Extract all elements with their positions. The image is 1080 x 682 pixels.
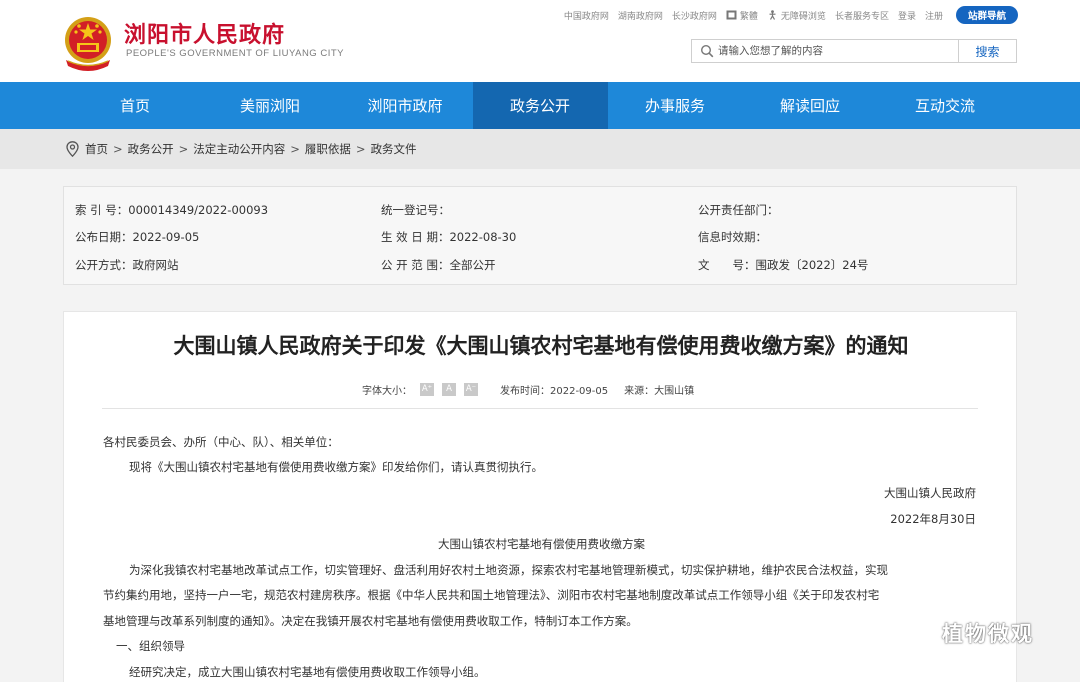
info-dept: 公开责任部门： — [698, 203, 779, 217]
accessibility-icon — [769, 10, 776, 20]
toplink-traditional-label: 繁體 — [739, 11, 758, 22]
site-header: 浏阳市人民政府 PEOPLE'S GOVERNMENT OF LIUYANG C… — [0, 0, 1080, 82]
toplink-accessibility[interactable]: 无障碍浏览 — [767, 9, 826, 22]
toplink-elderly[interactable]: 长者服务专区 — [835, 9, 889, 22]
toplink-accessibility-label: 无障碍浏览 — [780, 11, 826, 22]
toplink-hunan[interactable]: 湖南政府网 — [618, 9, 663, 22]
article-title: 大围山镇人民政府关于印发《大围山镇农村宅基地有偿使用费收缴方案》的通知 — [173, 334, 909, 358]
nav-interaction[interactable]: 互动交流 — [878, 82, 1013, 129]
info-unified-reg: 统一登记号： — [381, 203, 450, 217]
font-normal-button[interactable]: A — [442, 383, 456, 396]
site-group-nav-button[interactable]: 站群导航 — [955, 6, 1018, 24]
breadcrumb: 首页 > 政务公开 > 法定主动公开内容 > 履职依据 > 政务文件 — [66, 141, 417, 157]
info-scope: 公 开 范 围：全部公开 — [381, 258, 496, 272]
nav-services[interactable]: 办事服务 — [608, 82, 743, 129]
breadcrumb-documents[interactable]: 政务文件 — [371, 141, 417, 157]
nav-beautiful-liuyang[interactable]: 美丽浏阳 — [203, 82, 338, 129]
document-info-panel: 索 引 号：000014349/2022-00093 统一登记号： 公开责任部门… — [63, 186, 1017, 285]
search-box: 搜索 — [691, 39, 1017, 63]
body-line: 节约集约用地，坚持一户一宅，规范农村建房秩序。根据《中华人民共和国土地管理法》、… — [103, 588, 880, 602]
font-increase-button[interactable]: A⁺ — [420, 383, 434, 396]
signature-date: 2022年8月30日 — [890, 512, 976, 526]
toplink-register[interactable]: 注册 — [925, 9, 943, 22]
publish-time: 发布时间：2022-09-05 — [500, 386, 609, 397]
info-validity: 信息时效期： — [698, 230, 767, 244]
toplink-traditional[interactable]: 繁體 — [726, 9, 758, 22]
body-line: 经研究决定，成立大围山镇农村宅基地有偿使用费收取工作领导小组。 — [129, 665, 486, 679]
breadcrumb-home[interactable]: 首页 — [85, 141, 108, 157]
search-input[interactable] — [714, 41, 958, 61]
toplink-changsha[interactable]: 长沙政府网 — [672, 9, 717, 22]
salutation: 各村民委员会、办所（中心、队）、相关单位： — [103, 435, 339, 449]
nav-home[interactable]: 首页 — [68, 82, 203, 129]
national-emblem-icon — [65, 17, 111, 71]
breadcrumb-separator: > — [290, 142, 300, 156]
site-name-en: PEOPLE'S GOVERNMENT OF LIUYANG CITY — [126, 48, 344, 59]
plan-subtitle: 大围山镇农村宅基地有偿使用费收缴方案 — [438, 537, 645, 551]
search-button[interactable]: 搜索 — [958, 40, 1016, 62]
search-icon — [700, 44, 714, 58]
body-line: 基地管理与改革系列制度的通知》。决定在我镇开展农村宅基地有偿使用费收取工作，特制… — [103, 614, 638, 628]
divider — [102, 408, 978, 409]
breadcrumb-bar: 首页 > 政务公开 > 法定主动公开内容 > 履职依据 > 政务文件 — [0, 129, 1080, 169]
watermark: 植物微观 — [898, 618, 1034, 648]
info-method: 公开方式：政府网站 — [75, 258, 179, 272]
font-size-label: 字体大小： — [362, 386, 412, 397]
intro-paragraph: 现将《大围山镇农村宅基地有偿使用费收缴方案》印发给你们，请认真贯彻执行。 — [129, 460, 543, 474]
breadcrumb-separator: > — [113, 142, 123, 156]
signature: 大围山镇人民政府 — [884, 486, 976, 500]
breadcrumb-duty-basis[interactable]: 履职依据 — [305, 141, 351, 157]
site-name: 浏阳市人民政府 — [124, 23, 286, 48]
top-links: 中国政府网 湖南政府网 长沙政府网 繁體 无障碍浏览 长者服务专区 登录 注册 … — [564, 6, 1018, 24]
article: 大围山镇人民政府关于印发《大围山镇农村宅基地有偿使用费收缴方案》的通知 字体大小… — [63, 311, 1017, 682]
body-line: 为深化我镇农村宅基地改革试点工作，切实管理好、盘活利用好农村土地资源，探索农村宅… — [129, 563, 888, 577]
nav-liuyang-government[interactable]: 浏阳市政府 — [338, 82, 473, 129]
location-pin-icon — [66, 141, 79, 157]
info-doc-no: 文 号：围政发〔2022〕24号 — [698, 258, 869, 272]
wechat-icon — [898, 618, 934, 647]
info-index-no: 索 引 号：000014349/2022-00093 — [75, 203, 269, 217]
article-meta: 字体大小： A⁺ A A⁻ 发布时间：2022-09-05 来源：大围山镇 — [362, 382, 694, 397]
info-publish-date: 公布日期：2022-09-05 — [75, 230, 200, 244]
breadcrumb-separator: > — [178, 142, 189, 156]
toplink-login[interactable]: 登录 — [898, 9, 916, 22]
traditional-chinese-icon — [726, 10, 737, 20]
article-source: 来源：大围山镇 — [624, 386, 695, 397]
info-effective-date: 生 效 日 期：2022-08-30 — [381, 230, 517, 244]
breadcrumb-separator: > — [355, 142, 366, 156]
nav-government-affairs[interactable]: 政务公开 — [472, 82, 608, 129]
main-nav: 首页 美丽浏阳 浏阳市政府 政务公开 办事服务 解读回应 互动交流 — [0, 82, 1080, 129]
section-heading: 一、组织领导 — [116, 639, 185, 653]
font-decrease-button[interactable]: A⁻ — [464, 383, 478, 396]
watermark-text: 植物微观 — [942, 622, 1034, 646]
breadcrumb-government-affairs[interactable]: 政务公开 — [128, 141, 174, 157]
toplink-gov-cn[interactable]: 中国政府网 — [564, 9, 609, 22]
nav-interpretation[interactable]: 解读回应 — [743, 82, 878, 129]
breadcrumb-statutory-content[interactable]: 法定主动公开内容 — [193, 141, 285, 157]
